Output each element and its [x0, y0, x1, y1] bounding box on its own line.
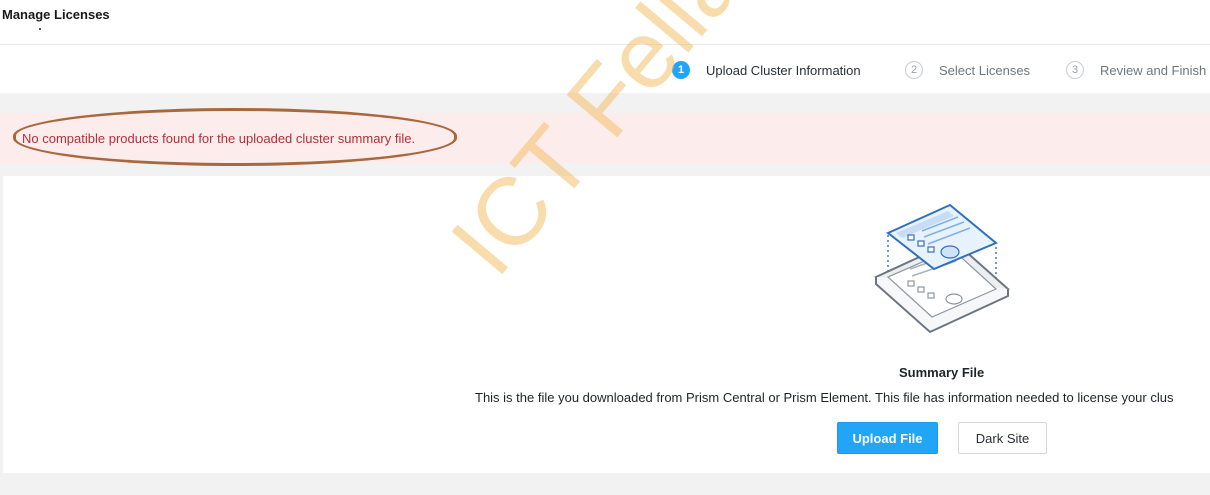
summary-file-illustration-icon [874, 203, 1010, 334]
step-number-badge: 1 [672, 61, 690, 79]
page-title: Manage Licenses [2, 7, 110, 22]
step-label: Select Licenses [939, 62, 1031, 78]
step-select-licenses[interactable]: 2 Select Licenses [905, 60, 1030, 80]
step-upload-cluster-information[interactable]: 1 Upload Cluster Information [672, 60, 861, 80]
upload-file-button[interactable]: Upload File [837, 422, 938, 454]
summary-file-description: This is the file you downloaded from Pri… [475, 390, 1174, 405]
annotation-ring [13, 108, 457, 166]
step-label: Upload Cluster Information [706, 62, 861, 78]
step-review-and-finish[interactable]: 3 Review and Finish [1066, 60, 1206, 80]
step-number-badge: 3 [1066, 61, 1084, 79]
step-number-badge: 2 [905, 61, 923, 79]
step-label: Review and Finish [1100, 62, 1207, 78]
page-header: Manage Licenses [0, 0, 1210, 45]
cursor-dot [39, 28, 41, 30]
summary-file-title: Summary File [899, 365, 985, 380]
wizard-steps: 1 Upload Cluster Information 2 Select Li… [0, 45, 1210, 93]
dark-site-button[interactable]: Dark Site [958, 422, 1047, 454]
